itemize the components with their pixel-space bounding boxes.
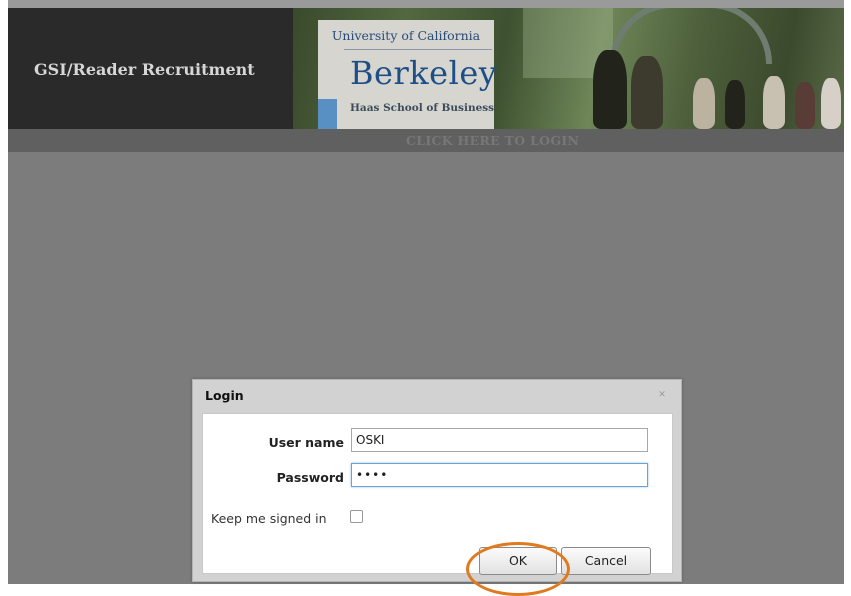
close-icon[interactable]: ✕	[657, 390, 667, 400]
password-input[interactable]	[351, 463, 648, 487]
dialog-title: Login	[205, 388, 244, 403]
cancel-button[interactable]: Cancel	[561, 547, 651, 575]
keep-signed-in-label: Keep me signed in	[211, 511, 327, 526]
password-label: Password	[276, 470, 344, 485]
logo-divider	[344, 49, 492, 50]
berkeley-haas-logo: University of California Berkeley Haas S…	[318, 20, 498, 129]
banner-person	[795, 82, 815, 129]
sather-gate-arch	[610, 8, 772, 64]
banner-person	[693, 78, 715, 129]
banner-person	[631, 56, 663, 129]
keep-signed-in-checkbox[interactable]	[350, 510, 363, 523]
banner-person	[763, 76, 785, 129]
nav-bar: CLICK HERE TO LOGIN	[8, 129, 844, 152]
logo-campus: Berkeley	[350, 54, 498, 92]
login-link[interactable]: CLICK HERE TO LOGIN	[406, 133, 579, 148]
site-title: GSI/Reader Recruitment	[34, 60, 255, 79]
banner-person	[593, 50, 627, 129]
logo-university: University of California	[331, 28, 481, 43]
campus-banner-image: University of California Berkeley Haas S…	[293, 8, 844, 129]
username-label: User name	[268, 435, 344, 450]
site-header: GSI/Reader Recruitment University of Cal…	[8, 8, 844, 129]
top-strip	[8, 0, 844, 8]
username-input[interactable]	[351, 428, 648, 452]
logo-school: Haas School of Business	[350, 102, 495, 114]
login-form: User name Password Keep me signed in OK …	[202, 413, 673, 575]
logo-blue-stripe	[318, 99, 337, 129]
banner-person	[725, 80, 745, 129]
login-dialog: Login ✕ User name Password Keep me signe…	[192, 379, 682, 582]
banner-person	[821, 78, 841, 129]
ok-button[interactable]: OK	[479, 547, 557, 575]
